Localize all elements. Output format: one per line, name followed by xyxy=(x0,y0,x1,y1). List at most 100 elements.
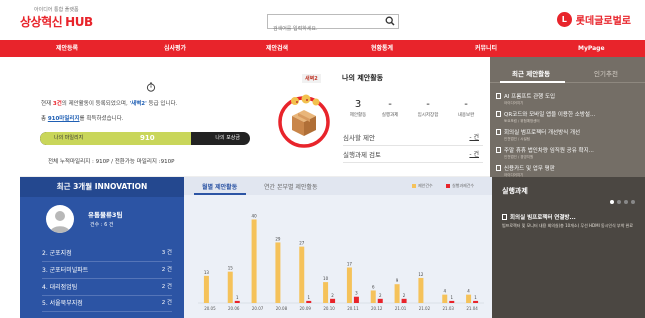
stat-label: 실행과제 xyxy=(381,113,399,118)
document-icon xyxy=(496,147,501,153)
top-team-name: 유통물류3팀 xyxy=(88,211,123,219)
search-icon[interactable] xyxy=(385,16,395,26)
bar-exec-tasks xyxy=(330,298,336,303)
status-mileage-link[interactable]: 910마일리지 xyxy=(48,116,80,122)
tab-recent-activity[interactable]: 최근 제안활동 xyxy=(512,68,550,78)
rank-row[interactable]: 5. 서울북부지점 2 건 xyxy=(42,298,172,312)
x-tick-label: 20.07 xyxy=(252,306,264,311)
data-label-proposals: 29 xyxy=(275,236,281,241)
exec-review-row[interactable]: 실행과제 검토 - 건 xyxy=(343,149,483,163)
data-label-proposals: 4 xyxy=(443,289,446,294)
data-label-exec-tasks: 1 xyxy=(450,295,453,300)
bar-exec-tasks xyxy=(401,298,407,303)
rank-label: 4. 대리점업팀 xyxy=(42,284,78,291)
rank-row[interactable]: 4. 대리점업팀 2 건 xyxy=(42,282,172,296)
status-line1-post: 등급 입니다. xyxy=(146,101,178,107)
site-logo[interactable]: 아이디어 통합 플랫폼 상상혁신 HUB xyxy=(20,6,93,30)
carousel-dot[interactable] xyxy=(631,200,635,204)
data-label-proposals: 15 xyxy=(228,266,234,271)
innovation-panel: 최근 3개월 INNOVATION 유통물류3팀 건수 : 6 건 2. 군포지… xyxy=(20,177,184,318)
grade-badge: 새벽2 xyxy=(302,74,321,83)
recent-item[interactable]: 회의실 범프로젝터 개선방식 개선 인천법인 / 시설팀 xyxy=(496,128,641,142)
tab-underline-active xyxy=(500,81,565,83)
x-tick-label: 20.09 xyxy=(300,306,312,311)
rank-row[interactable]: 2. 군포지점 3 건 xyxy=(42,248,172,262)
exec-review-count[interactable]: - 건 xyxy=(469,149,479,158)
carousel-dot[interactable] xyxy=(617,200,621,204)
stat-revisions[interactable]: - 내용보완 xyxy=(451,99,481,118)
x-tick-label: 21.04 xyxy=(466,306,478,311)
brand-logo[interactable]: L 롯데글로벌로 xyxy=(556,12,631,27)
document-icon xyxy=(502,214,507,220)
rank-label: 5. 서울북부지점 xyxy=(42,300,83,307)
bar-exec-tasks xyxy=(473,300,479,303)
stat-exec-tasks[interactable]: - 실행과제 xyxy=(375,99,405,118)
rank-label: 2. 군포지점 xyxy=(42,250,72,257)
header: 아이디어 통합 플랫폼 상상혁신HUB L 롯데글로벌로 xyxy=(0,0,645,40)
stat-value: - xyxy=(464,99,468,110)
nav-item-statistics[interactable]: 현황통계 xyxy=(371,40,393,57)
stat-proposals[interactable]: 3 제안활동 xyxy=(343,99,373,118)
data-label-exec-tasks: 2 xyxy=(331,293,334,298)
recent-item[interactable]: 신용카드 및 업무 평판 아이디어지기 xyxy=(496,164,641,178)
nav-item-proposal-register[interactable]: 제안등록 xyxy=(56,40,78,57)
rank-label: 3. 군포터미널파트 xyxy=(42,267,89,274)
stat-label: 임시저장함 xyxy=(417,113,439,118)
stat-label: 내용보완 xyxy=(457,113,475,118)
x-tick-label: 20.10 xyxy=(323,306,335,311)
tab-popular[interactable]: 인기추천 xyxy=(594,68,618,78)
user-avatar-icon xyxy=(50,211,70,233)
bar-proposals xyxy=(370,290,376,303)
document-icon xyxy=(496,93,501,99)
brand-mark-icon: L xyxy=(556,12,572,27)
nav-item-evaluation[interactable]: 심사평가 xyxy=(164,40,186,57)
review-proposal-label: 심사할 제안 xyxy=(343,134,375,142)
data-label-exec-tasks: 1 xyxy=(236,295,239,300)
bar-exec-tasks xyxy=(449,300,455,303)
my-status-panel: 현재 3건의 제안활동이 등록되었으며, '새벽2' 등급 입니다. 총 910… xyxy=(20,57,490,177)
bar-exec-tasks xyxy=(377,298,383,303)
review-proposal-count[interactable]: - 건 xyxy=(469,132,479,141)
bar-proposals xyxy=(418,277,424,303)
mileage-summary: 전체 누적마일리지 : 910P / 전환가능 마일리지 :910P xyxy=(48,159,175,165)
search-box xyxy=(267,14,399,36)
carousel-dot[interactable] xyxy=(610,200,614,204)
bar-proposals xyxy=(323,282,329,303)
data-label-proposals: 6 xyxy=(372,284,375,289)
carousel-dot[interactable] xyxy=(624,200,628,204)
reward-label[interactable]: 나의 포상금 xyxy=(215,132,240,145)
x-tick-label: 21.03 xyxy=(443,306,455,311)
monthly-chart-panel: 월별 제안활동 연간 본부별 제안활동 제안건수 실행과제건수 13 20.05 1… xyxy=(184,177,492,318)
nav-item-community[interactable]: 커뮤니티 xyxy=(475,40,497,57)
mileage-value: 910 xyxy=(140,134,155,142)
rank-count: 3 건 xyxy=(161,250,172,256)
logo-tagline: 아이디어 통합 플랫폼 xyxy=(34,7,79,13)
exec-review-label: 실행과제 검토 xyxy=(343,151,381,159)
document-icon xyxy=(496,111,501,117)
nav-item-proposal-search[interactable]: 제안검색 xyxy=(266,40,288,57)
bar-proposals xyxy=(466,294,472,303)
bar-proposals xyxy=(442,294,448,303)
main-nav: 제안등록 심사평가 제안검색 현황통계 커뮤니티 MyPage xyxy=(0,40,645,57)
data-label-proposals: 27 xyxy=(299,241,305,246)
recent-item-sub: 아이디어지기 xyxy=(504,101,524,105)
exec-task-title: 실행과제 xyxy=(502,187,528,195)
top-team-count: 건수 : 6 건 xyxy=(90,222,114,228)
status-line2-post: 를 획득하셨습니다. xyxy=(79,116,124,122)
rank-row[interactable]: 3. 군포터미널파트 2 건 xyxy=(42,265,172,279)
stat-value: 3 xyxy=(354,99,362,110)
exec-item-title[interactable]: 회의실 빔프로젝터 연결방... xyxy=(502,213,576,221)
recent-item[interactable]: AI 프롬프트 관행 도입 아이디어지기 xyxy=(496,92,641,106)
nav-item-mypage[interactable]: MyPage xyxy=(578,40,605,57)
stat-drafts[interactable]: - 임시저장함 xyxy=(413,99,443,118)
review-proposal-row[interactable]: 심사할 제안 - 건 xyxy=(343,132,483,146)
x-tick-label: 21.01 xyxy=(395,306,407,311)
search-input[interactable] xyxy=(268,22,378,36)
my-activity-panel: 나의 제안활동 3 제안활동 - 실행과제 - 임시저장함 - 내용보완 심사할 제안 -… xyxy=(340,73,485,173)
bar-proposals xyxy=(251,219,257,303)
recent-item-sub: 인천법인 / 시설팀 xyxy=(504,137,530,141)
data-label-exec-tasks: 1 xyxy=(307,295,310,300)
data-label-proposals: 10 xyxy=(323,276,329,281)
recent-item[interactable]: 주말 휴휴 법인차량 임직원 공유 확지... 인천법인 / 경영지원 xyxy=(496,146,641,160)
recent-item[interactable]: QR코드와 모바일 앱을 이용한 소방설... 토요포럼 / 위험예방센터 xyxy=(496,110,641,124)
